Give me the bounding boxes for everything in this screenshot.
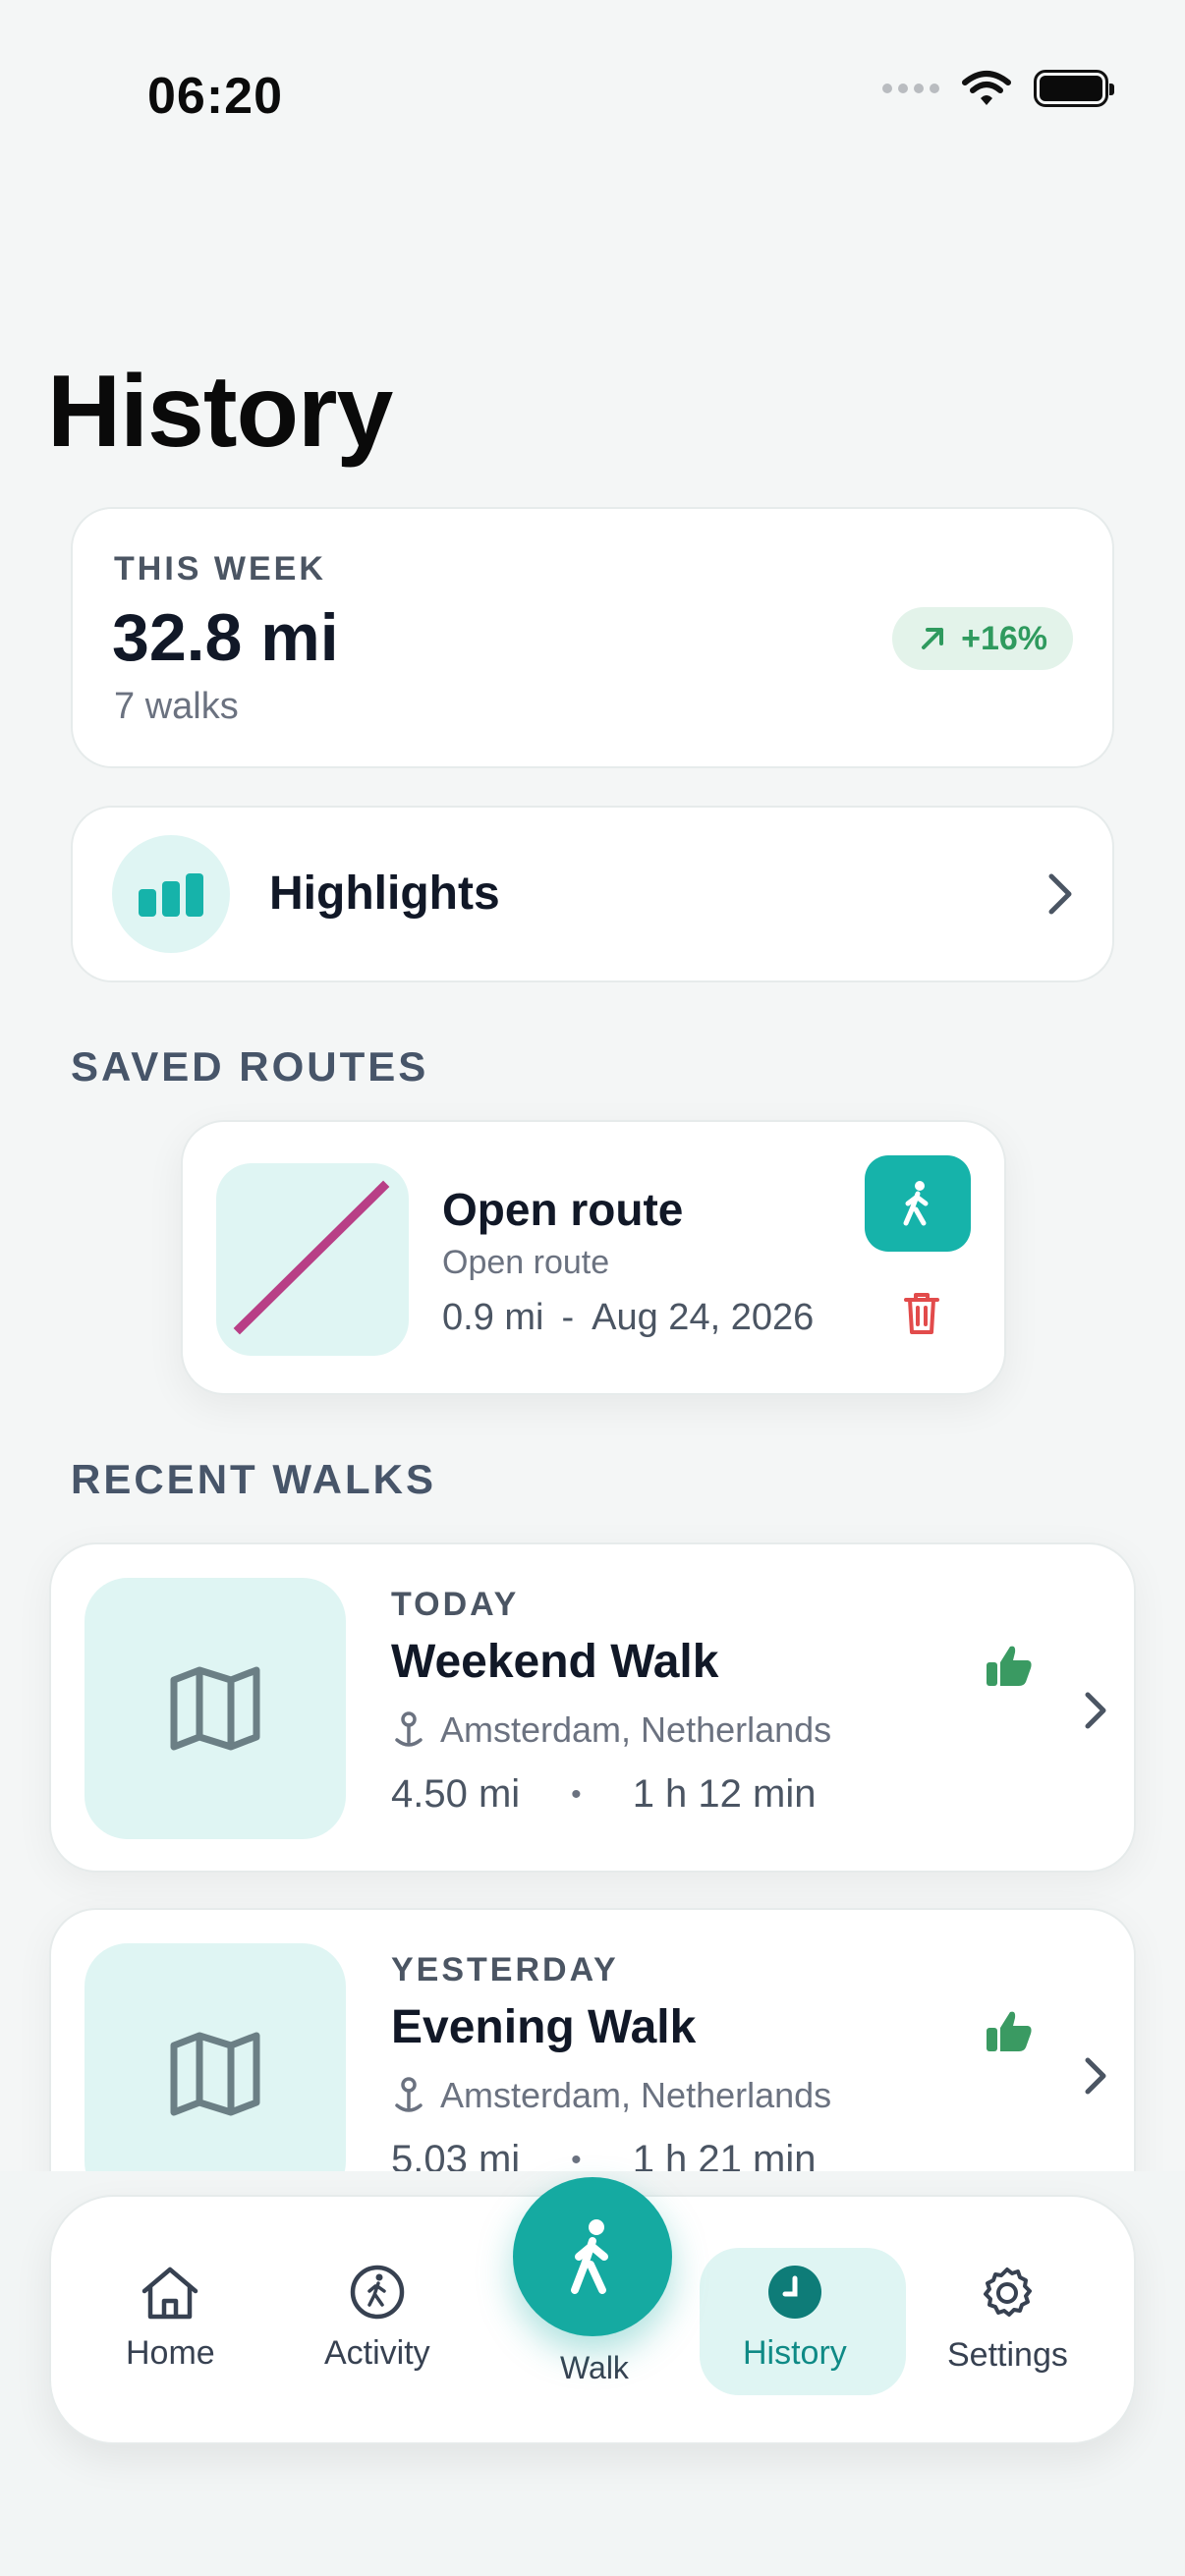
- trend-badge: +16%: [892, 607, 1073, 670]
- week-walk-count: 7 walks: [114, 686, 239, 727]
- walking-icon: [571, 2219, 608, 2294]
- walk-location-text: Amsterdam, Netherlands: [440, 1709, 832, 1750]
- walk-location-text: Amsterdam, Netherlands: [440, 2075, 832, 2115]
- status-time: 06:20: [147, 68, 283, 125]
- walk-thumbnail: [85, 1578, 346, 1839]
- location-pin-icon: [395, 1711, 423, 1747]
- nav-walk-label: Walk: [560, 2350, 629, 2385]
- weekly-summary-card: THIS WEEK 32.8 mi 7 walks +16%: [71, 507, 1114, 768]
- walk-day: YESTERDAY: [391, 1951, 619, 1988]
- start-walk-button[interactable]: [513, 2177, 672, 2336]
- nav-settings-label: Settings: [947, 2336, 1068, 2374]
- route-separator: -: [561, 1297, 575, 1338]
- nav-home-label: Home: [126, 2334, 215, 2372]
- chevron-right-icon: [1048, 873, 1072, 915]
- route-map-thumbnail: [216, 1163, 409, 1356]
- walk-card[interactable]: TODAY Weekend Walk Amsterdam, Netherland…: [49, 1542, 1136, 1873]
- route-date: Aug 24, 2026: [592, 1297, 815, 1338]
- chevron-right-icon: [1085, 1692, 1106, 1729]
- trend-up-icon: [922, 628, 944, 649]
- nav-activity-label: Activity: [324, 2334, 430, 2372]
- status-icons: [882, 69, 1114, 108]
- clock-icon: [767, 2266, 821, 2319]
- walk-name: Evening Walk: [391, 2001, 697, 2053]
- thumbs-up-icon: [987, 2011, 1032, 2051]
- thumbs-up-icon: [987, 1646, 1032, 1686]
- trash-icon[interactable]: [902, 1291, 941, 1336]
- section-title-saved-routes: SAVED ROUTES: [71, 1043, 429, 1090]
- section-title-recent-walks: RECENT WALKS: [71, 1456, 436, 1502]
- home-icon: [142, 2267, 198, 2320]
- chevron-right-icon: [1085, 2057, 1106, 2095]
- bar-chart-icon: [112, 835, 230, 953]
- map-icon: [170, 1666, 260, 1751]
- walk-location: Amsterdam, Netherlands: [391, 1709, 831, 1751]
- walk-name: Weekend Walk: [391, 1636, 719, 1688]
- nav-activity[interactable]: Activity: [324, 2264, 430, 2373]
- gear-icon: [984, 2268, 1033, 2317]
- walk-distance: 4.50 mi: [391, 1772, 521, 1816]
- stat-separator: •: [571, 1777, 582, 1811]
- walk-location: Amsterdam, Netherlands: [391, 2075, 831, 2116]
- week-distance: 32.8 mi: [112, 600, 339, 675]
- walk-stats: 4.50 mi • 1 h 12 min: [391, 1772, 816, 1817]
- wifi-icon: [962, 71, 1011, 105]
- route-distance: 0.9 mi: [442, 1297, 544, 1338]
- trend-value: +16%: [961, 619, 1047, 657]
- page-title: History: [47, 355, 393, 469]
- signal-icon: [882, 84, 939, 93]
- highlights-row[interactable]: Highlights: [71, 806, 1114, 982]
- highlights-label: Highlights: [269, 868, 500, 920]
- activity-icon: [350, 2265, 405, 2320]
- nav-history-label: History: [743, 2334, 847, 2372]
- nav-settings[interactable]: Settings: [947, 2264, 1068, 2375]
- saved-route-card[interactable]: Open route Open route 0.9 mi - Aug 24, 2…: [181, 1120, 1006, 1395]
- location-pin-icon: [395, 2077, 423, 2112]
- route-subtitle: Open route: [442, 1244, 610, 1281]
- nav-home[interactable]: Home: [126, 2264, 215, 2373]
- route-meta: 0.9 mi - Aug 24, 2026: [442, 1297, 814, 1339]
- nav-history[interactable]: History: [743, 2264, 847, 2373]
- route-name: Open route: [442, 1184, 684, 1235]
- walk-duration: 1 h 12 min: [632, 1772, 817, 1816]
- walk-day: TODAY: [391, 1586, 520, 1623]
- map-icon: [170, 2032, 260, 2116]
- start-route-button[interactable]: [865, 1155, 971, 1252]
- walk-thumbnail: [85, 1943, 346, 2205]
- walking-icon: [903, 1181, 929, 1226]
- battery-icon: [1034, 70, 1114, 107]
- week-label: THIS WEEK: [114, 550, 326, 588]
